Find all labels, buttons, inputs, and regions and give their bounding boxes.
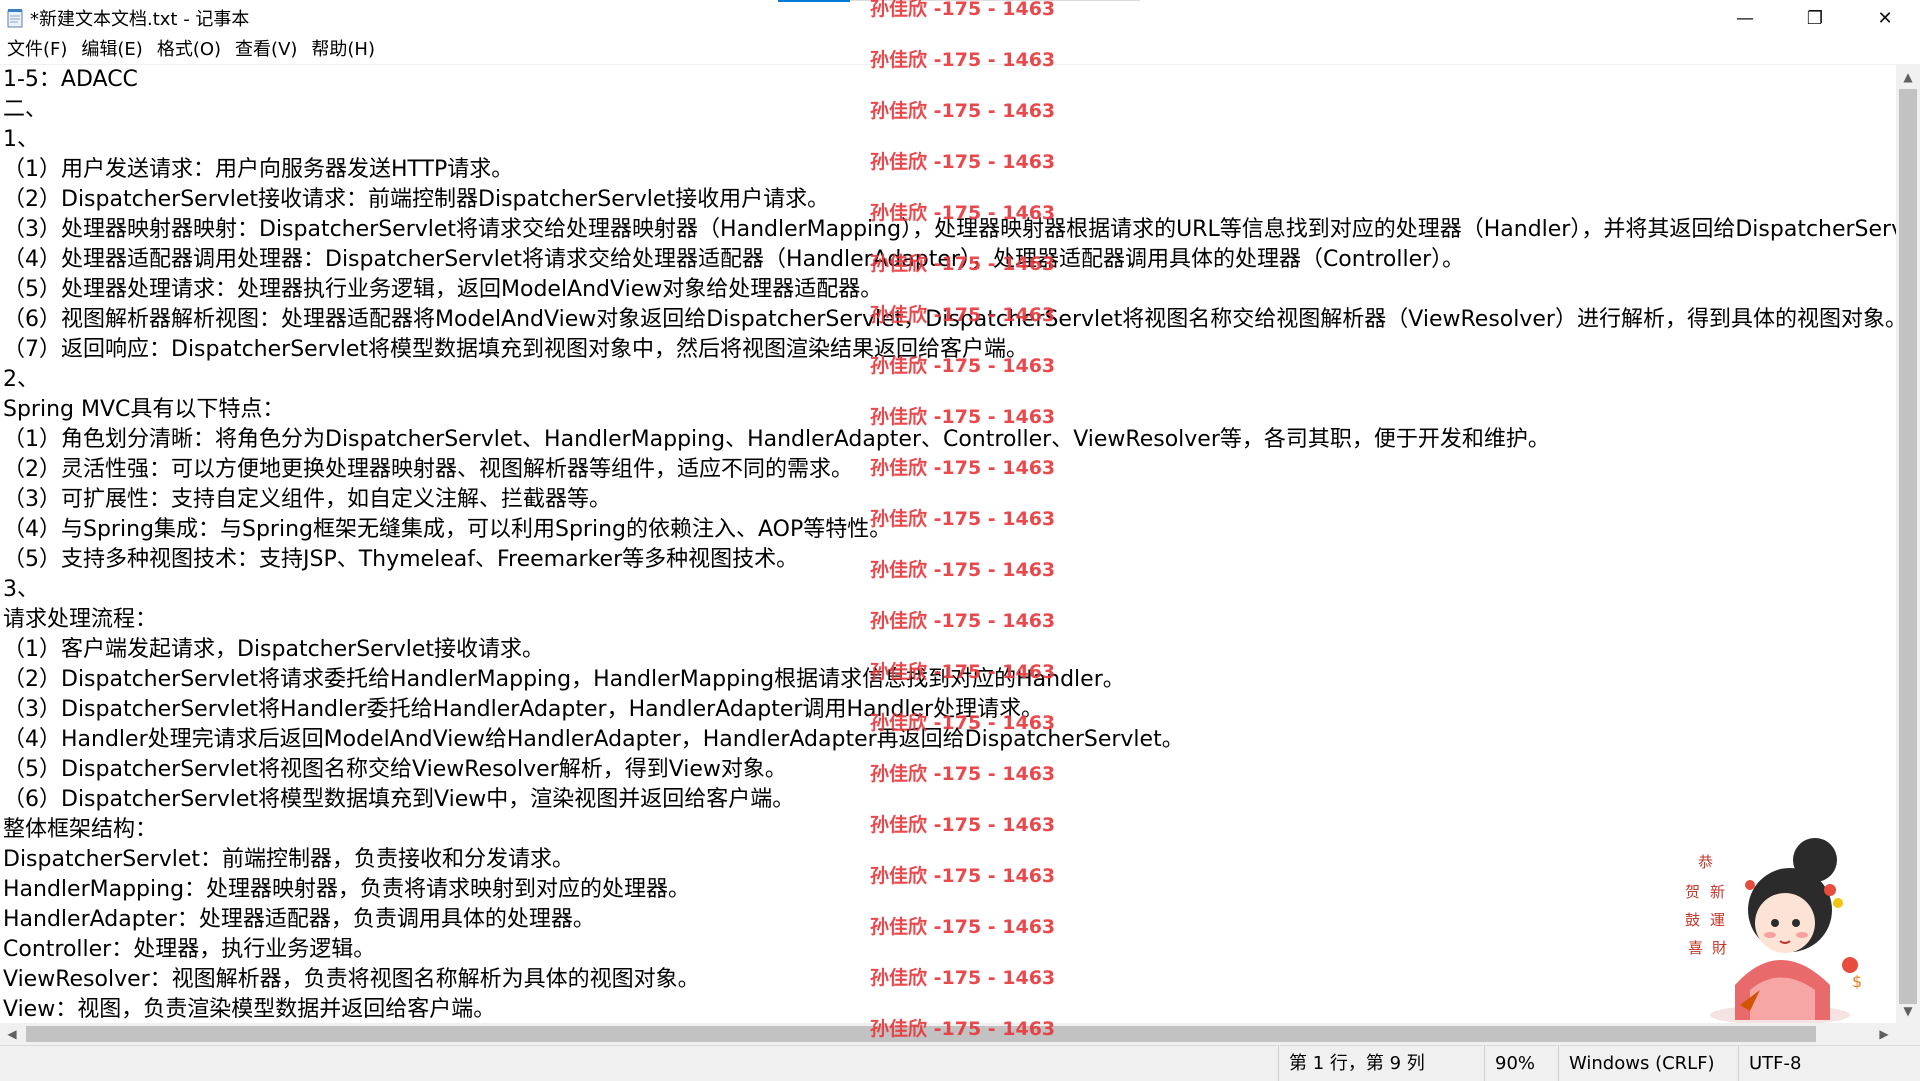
text-line: （3）可扩展性：支持自定义组件，如自定义注解、拦截器等。 [3,487,611,512]
menu-edit[interactable]: 编辑(E) [74,36,149,64]
text-line: 1-5：ADACC [3,67,138,92]
cursor-position: 第 1 行，第 9 列 [1278,1046,1425,1081]
text-line: 2、 [3,367,39,392]
text-line: 二、 [3,97,48,122]
svg-text:鼓: 鼓 [1685,911,1700,929]
svg-text:喜: 喜 [1688,939,1703,957]
notepad-icon [6,8,24,28]
scrollbar-corner [1896,1023,1920,1045]
text-line: （4）与Spring集成：与Spring框架无缝集成，可以利用Spring的依赖… [3,517,892,542]
text-line: HandlerAdapter：处理器适配器，负责调用具体的处理器。 [3,907,595,932]
text-line: HandlerMapping：处理器映射器，负责将请求映射到对应的处理器。 [3,877,691,902]
window-title: *新建文本文档.txt - 记事本 [30,9,250,30]
vertical-scroll-thumb[interactable] [1899,89,1917,1004]
window-controls: — ❐ ✕ [1710,0,1920,36]
text-line: DispatcherServlet：前端控制器，负责接收和分发请求。 [3,847,575,872]
text-line: ViewResolver：视图解析器，负责将视图名称解析为具体的视图对象。 [3,967,700,992]
text-line: 整体框架结构： [3,817,158,842]
svg-text:運: 運 [1710,911,1725,929]
text-line: （2）DispatcherServlet接收请求：前端控制器Dispatcher… [3,187,830,212]
scroll-up-arrow-icon[interactable]: ▲ [1896,65,1920,89]
text-line: （6）视图解析器解析视图：处理器适配器将ModelAndView对象返回给Dis… [3,307,1896,332]
text-line: （5）处理器处理请求：处理器执行业务逻辑，返回ModelAndView对象给处理… [3,277,883,302]
text-line: （5）DispatcherServlet将视图名称交给ViewResolver解… [3,757,787,782]
horizontal-scroll-thumb[interactable] [26,1026,1816,1042]
status-bar: 第 1 行，第 9 列 90% Windows (CRLF) UTF-8 [0,1045,1920,1081]
text-line: （2）灵活性强：可以方便地更换处理器映射器、视图解析器等组件，适应不同的需求。 [3,457,853,482]
scroll-left-arrow-icon[interactable]: ◀ [0,1023,24,1045]
text-line: （4）处理器适配器调用处理器：DispatcherServlet将请求交给处理器… [3,247,1465,272]
scroll-right-arrow-icon[interactable]: ▶ [1872,1023,1896,1045]
title-divider [850,0,1140,1]
text-line: View：视图，负责渲染模型数据并返回给客户端。 [3,997,496,1022]
svg-text:$: $ [1852,972,1862,991]
close-icon: ✕ [1877,7,1893,29]
title-accent [778,0,850,2]
svg-text:贺: 贺 [1685,883,1700,901]
menu-file[interactable]: 文件(F) [0,36,74,64]
restore-icon: ❐ [1806,7,1824,29]
text-line: （1）角色划分清晰：将角色分为DispatcherServlet、Handler… [3,427,1550,452]
svg-text:新: 新 [1710,883,1725,901]
text-editor[interactable]: 1-5：ADACC 二、 1、 （1）用户发送请求：用户向服务器发送HTTP请求。 （2… [0,65,1896,1023]
title-bar: *新建文本文档.txt - 记事本 — ❐ ✕ [0,0,1920,36]
text-line: （7）返回响应：DispatcherServlet将模型数据填充到视图对象中，然… [3,337,1029,362]
text-line: （1）用户发送请求：用户向服务器发送HTTP请求。 [3,157,514,182]
cartoon-sticker-image: 恭 贺 新 鼓 運 喜 財 $ [1680,815,1880,1030]
text-line: （6）DispatcherServlet将模型数据填充到View中，渲染视图并返… [3,787,795,812]
text-line: Spring MVC具有以下特点： [3,397,285,422]
text-line: （4）Handler处理完请求后返回ModelAndView给HandlerAd… [3,727,1184,752]
text-line: （1）客户端发起请求，DispatcherServlet接收请求。 [3,637,545,662]
menu-bar: 文件(F) 编辑(E) 格式(O) 查看(V) 帮助(H) [0,36,1920,65]
text-line: （3）DispatcherServlet将Handler委托给HandlerAd… [3,697,1044,722]
text-line: Controller：处理器，执行业务逻辑。 [3,937,376,962]
menu-view[interactable]: 查看(V) [228,36,304,64]
close-button[interactable]: ✕ [1850,0,1920,36]
zoom-level: 90% [1484,1046,1535,1081]
maximize-button[interactable]: ❐ [1780,0,1850,36]
scroll-down-arrow-icon[interactable]: ▼ [1896,999,1920,1023]
line-ending: Windows (CRLF) [1558,1046,1715,1081]
menu-format[interactable]: 格式(O) [150,36,228,64]
menu-help[interactable]: 帮助(H) [304,36,382,64]
minimize-button[interactable]: — [1710,0,1780,36]
vertical-scrollbar[interactable]: ▲ ▼ [1896,65,1920,1023]
encoding: UTF-8 [1738,1046,1801,1081]
text-line: （3）处理器映射器映射：DispatcherServlet将请求交给处理器映射器… [3,217,1896,242]
minimize-icon: — [1736,7,1754,29]
text-line: 3、 [3,577,39,602]
svg-text:恭: 恭 [1698,853,1713,871]
svg-text:財: 財 [1712,939,1727,957]
text-line: 1、 [3,127,39,152]
text-line: （2）DispatcherServlet将请求委托给HandlerMapping… [3,667,1125,692]
text-line: （5）支持多种视图技术：支持JSP、Thymeleaf、Freemarker等多… [3,547,799,572]
text-line: 请求处理流程： [3,607,158,632]
horizontal-scrollbar[interactable]: ◀ ▶ [0,1023,1896,1045]
